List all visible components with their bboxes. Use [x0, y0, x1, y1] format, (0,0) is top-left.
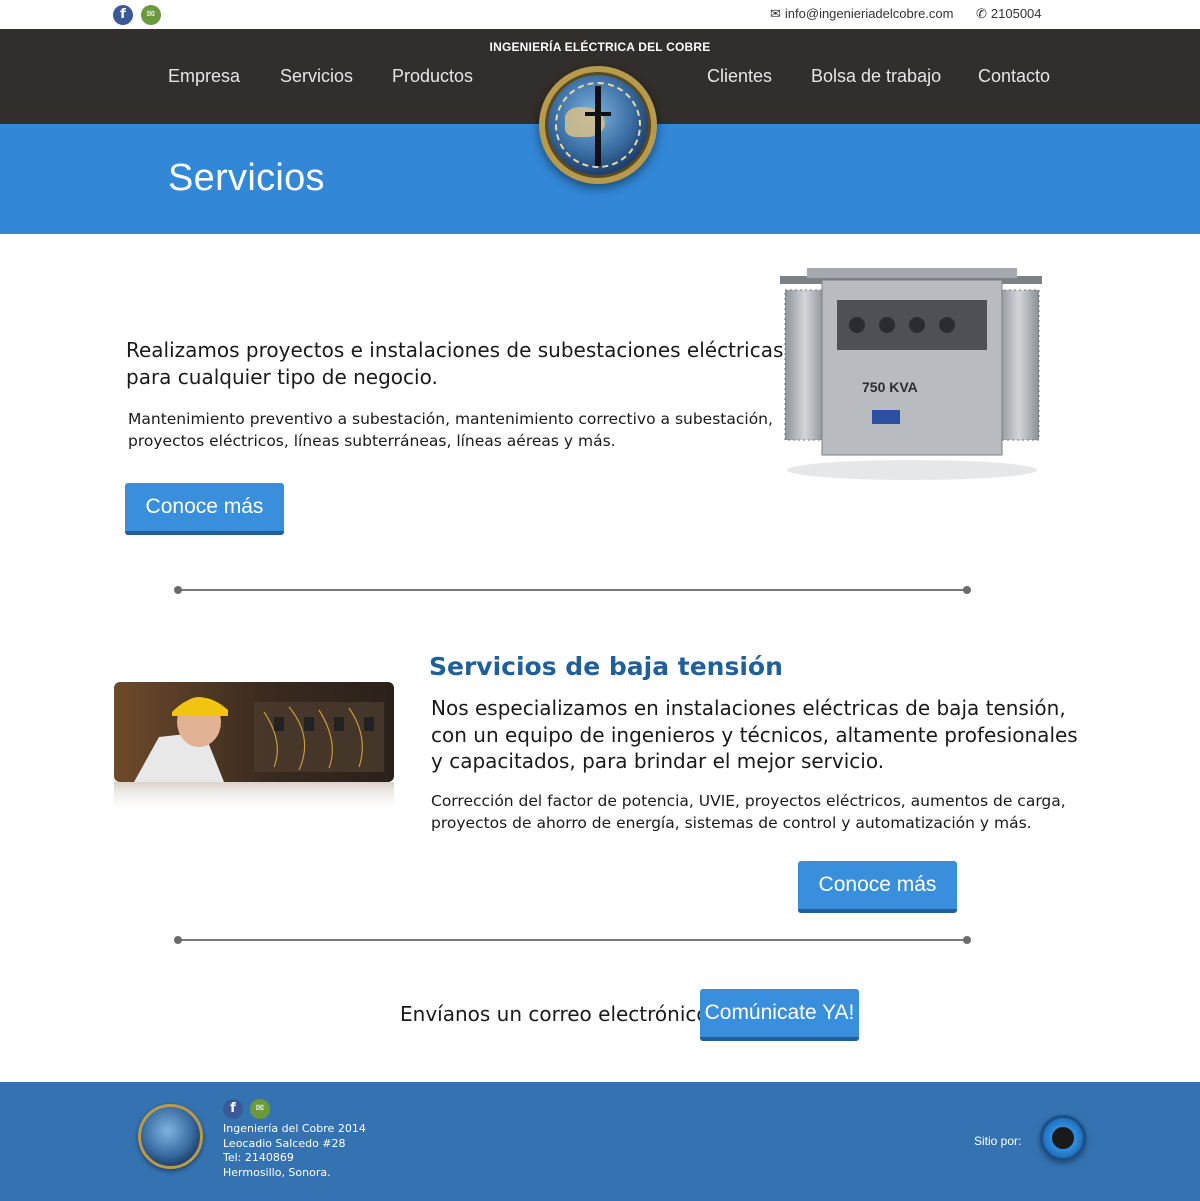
section1-body-line: proyectos eléctricos, líneas subterránea…	[128, 432, 616, 450]
transformer-image: 750 KVA	[780, 268, 1042, 480]
section2-lead-line: con un equipo de ingenieros y técnicos, …	[431, 722, 1078, 747]
section2-body-line: Corrección del factor de potencia, UVIE,…	[431, 792, 1066, 810]
transformer-label: 750 KVA	[862, 379, 918, 395]
footer-line: Hermosillo, Sonora.	[223, 1165, 331, 1179]
company-logo[interactable]	[539, 66, 657, 184]
section-divider	[178, 589, 968, 591]
section2-body-line: proyectos de ahorro de energía, sistemas…	[431, 814, 1032, 832]
footer-logo	[138, 1104, 203, 1169]
page-title: Servicios	[168, 157, 325, 199]
section1-lead: Realizamos proyectos e instalaciones de …	[126, 337, 783, 391]
site-footer: f ✉ Ingeniería del Cobre 2014 Leocadio S…	[0, 1082, 1200, 1201]
cta-text: Envíanos un correo electrónico	[400, 1002, 709, 1026]
phone-contact[interactable]: ✆ 2105004	[976, 6, 1042, 22]
footer-mail-icon[interactable]: ✉	[250, 1099, 270, 1119]
footer-facebook-icon[interactable]: f	[223, 1099, 243, 1119]
nav-clientes[interactable]: Clientes	[707, 66, 772, 87]
facebook-icon[interactable]: f	[113, 5, 133, 25]
conoce-mas-button-1[interactable]: Conoce más	[125, 483, 284, 535]
nav-contacto[interactable]: Contacto	[978, 66, 1050, 87]
phone-icon: ✆	[976, 7, 987, 22]
mail-icon[interactable]: ✉	[141, 5, 161, 25]
logo-tower-arm	[585, 112, 611, 116]
brand-name: INGENIERÍA ELÉCTRICA DEL COBRE	[489, 40, 711, 54]
eye-icon[interactable]	[1040, 1115, 1086, 1161]
divider-dot	[963, 936, 971, 944]
section1-lead-line: Realizamos proyectos e instalaciones de …	[126, 338, 784, 362]
footer-line: Leocadio Salcedo #28	[223, 1136, 346, 1150]
phone-text: 2105004	[990, 6, 1042, 21]
divider-dot	[174, 936, 182, 944]
divider-dot	[963, 586, 971, 594]
section1-body: Mantenimiento preventivo a subestación, …	[128, 408, 773, 452]
conoce-mas-button-2[interactable]: Conoce más	[798, 861, 957, 913]
nav-empresa[interactable]: Empresa	[168, 66, 240, 87]
section-divider	[178, 939, 968, 941]
email-text: info@ingenieriadelcobre.com	[784, 6, 954, 21]
email-contact[interactable]: ✉ info@ingenieriadelcobre.com	[770, 6, 953, 22]
electrician-image	[114, 682, 394, 814]
comunicate-button[interactable]: Comúnicate YA!	[700, 989, 859, 1041]
logo-tower	[595, 86, 601, 166]
divider-dot	[174, 586, 182, 594]
section2-body: Corrección del factor de potencia, UVIE,…	[431, 790, 1066, 834]
footer-line: Ingeniería del Cobre 2014	[223, 1122, 366, 1135]
section2-lead: Nos especializamos en instalaciones eléc…	[431, 695, 1078, 775]
nav-productos[interactable]: Productos	[392, 66, 473, 87]
nav-bolsa-de-trabajo[interactable]: Bolsa de trabajo	[811, 66, 941, 87]
envelope-icon: ✉	[770, 7, 781, 22]
site-credit-label: Sitio por:	[974, 1134, 1022, 1148]
top-bar: f ✉ ✉ info@ingenieriadelcobre.com ✆ 210500…	[0, 0, 1200, 29]
section2-lead-line: y capacitados, para brindar el mejor ser…	[431, 749, 885, 773]
section1-body-line: Mantenimiento preventivo a subestación, …	[128, 410, 773, 428]
section2-lead-line: Nos especializamos en instalaciones eléc…	[431, 696, 1066, 720]
footer-line: Tel: 2140869	[223, 1151, 294, 1164]
footer-address: Ingeniería del Cobre 2014 Leocadio Salce…	[223, 1122, 366, 1180]
nav-servicios[interactable]: Servicios	[280, 66, 353, 87]
section2-title: Servicios de baja tensión	[429, 652, 783, 681]
section1-lead-line: para cualquier tipo de negocio.	[126, 365, 438, 389]
